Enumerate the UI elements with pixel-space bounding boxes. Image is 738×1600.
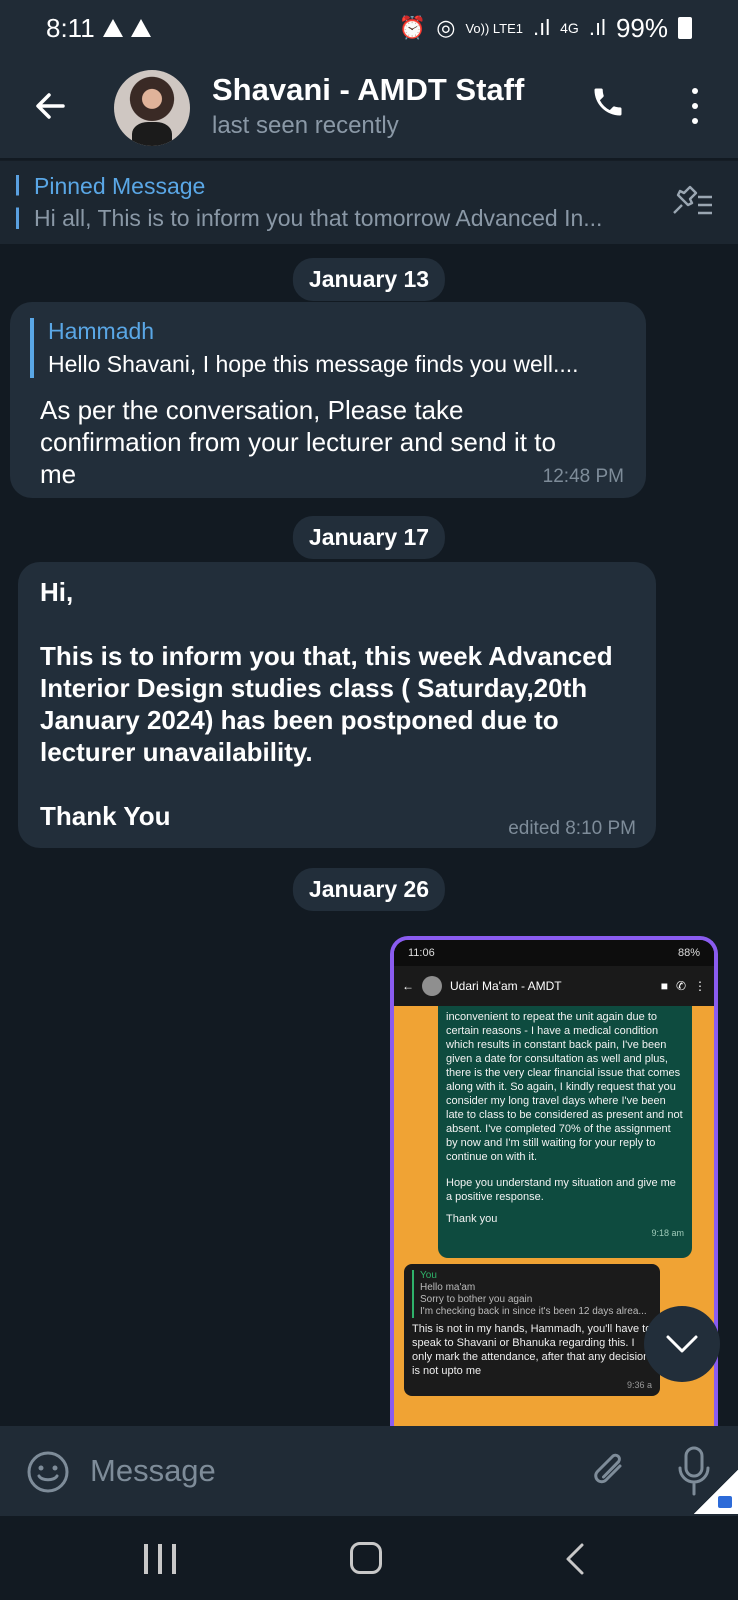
- pinned-message-bar[interactable]: Pinned Message Hi all, This is to inform…: [0, 160, 738, 244]
- last-seen-status: last seen recently: [212, 112, 399, 139]
- status-time: 8:11: [46, 12, 95, 43]
- avatar: [422, 976, 442, 996]
- pin-list-icon: [673, 185, 712, 215]
- attach-button[interactable]: [588, 1446, 632, 1496]
- emoji-button[interactable]: [26, 1450, 70, 1494]
- chat-header: Shavani - AMDT Staff last seen recently: [0, 56, 738, 158]
- message-text: As per the conversation, Please take con…: [40, 394, 556, 490]
- arrow-left-icon: ←: [402, 979, 414, 993]
- reply-quote[interactable]: Hammadh Hello Shavani, I hope this messa…: [30, 318, 579, 378]
- volte-label: Vo)) LTE1: [465, 20, 524, 36]
- recent-apps-button[interactable]: [144, 1544, 176, 1574]
- message-line: me: [40, 459, 77, 489]
- message-line: Interior Design studies class ( Saturday…: [40, 673, 588, 703]
- screenshot-badge[interactable]: [694, 1470, 738, 1514]
- status-bar: 8:11 ⏰ ◎ Vo)) LTE1 .ıl 4G .ıl 99%: [0, 0, 738, 56]
- image-sent-message: inconvenient to repeat the unit again du…: [438, 1006, 692, 1258]
- pinned-text: Hi all, This is to inform you that tomor…: [34, 205, 603, 231]
- message-line: lecturer unavailability.: [40, 737, 313, 767]
- image-time: 11:06: [408, 947, 435, 959]
- more-vertical-icon: ⋮: [694, 979, 706, 993]
- image-chat-header: ← Udari Ma'am - AMDT ■ ✆ ⋮: [394, 966, 714, 1006]
- message-line: confirmation from your lecturer and send…: [40, 427, 556, 457]
- warning-icon: [130, 19, 151, 37]
- message-bubble[interactable]: Hammadh Hello Shavani, I hope this messa…: [10, 302, 646, 498]
- pinned-indicator: [16, 175, 19, 229]
- contact-name[interactable]: Shavani - AMDT Staff: [212, 72, 524, 108]
- message-input[interactable]: [90, 1446, 550, 1496]
- chat-area[interactable]: January 13 Hammadh Hello Shavani, I hope…: [0, 244, 738, 1426]
- hotspot-icon: ◎: [436, 15, 456, 40]
- signal-icon: .ıl: [588, 15, 606, 40]
- reply-author: Hammadh: [48, 318, 155, 344]
- image-contact-name: Udari Ma'am - AMDT: [450, 979, 562, 993]
- image-status-bar: 11:06 88%: [394, 940, 714, 966]
- arrow-left-icon: [36, 93, 65, 119]
- date-divider: January 17: [292, 516, 446, 559]
- system-nav-bar: [0, 1516, 738, 1600]
- phone-icon: [594, 88, 622, 116]
- alarm-icon: ⏰: [398, 15, 427, 40]
- message-line: This is to inform you that, this week Ad…: [40, 641, 613, 671]
- avatar[interactable]: [114, 70, 190, 146]
- paperclip-icon: [594, 1453, 622, 1484]
- image-battery: 88%: [677, 947, 700, 959]
- image-received-message: You Hello ma'am Sorry to bother you agai…: [404, 1264, 660, 1396]
- message-time: 12:48 PM: [542, 466, 624, 487]
- date-divider: January 13: [292, 258, 446, 301]
- reply-snippet: Hello Shavani, I hope this message finds…: [48, 351, 579, 377]
- phone-icon: ✆: [675, 979, 686, 993]
- warning-icon: [102, 19, 123, 37]
- message-composer: [0, 1426, 738, 1516]
- back-button[interactable]: [30, 86, 70, 126]
- message-text: Hi, This is to inform you that, this wee…: [40, 576, 613, 832]
- chevron-down-icon: [666, 1335, 698, 1353]
- pinned-label: Pinned Message: [34, 173, 206, 199]
- message-line: As per the conversation, Please take: [40, 395, 464, 425]
- message-line: January 2024) has been postponed due to: [40, 705, 559, 735]
- message-bubble[interactable]: Hi, This is to inform you that, this wee…: [18, 562, 656, 848]
- video-icon: ■: [660, 979, 668, 993]
- battery-icon: [678, 17, 692, 39]
- emoji-icon: [27, 1451, 69, 1493]
- date-divider: January 26: [292, 868, 446, 911]
- home-button[interactable]: [350, 1542, 382, 1574]
- more-options-button[interactable]: [680, 84, 710, 128]
- battery-percent: 99%: [615, 12, 668, 43]
- message-time: edited 8:10 PM: [508, 818, 636, 839]
- image-reply-quote: You Hello ma'am Sorry to bother you agai…: [412, 1270, 652, 1318]
- folder-icon: [718, 1496, 732, 1508]
- scroll-down-button[interactable]: [644, 1306, 720, 1382]
- chevron-left-icon: [566, 1543, 584, 1575]
- message-line: Hi,: [40, 577, 74, 607]
- more-vertical-icon: [692, 88, 698, 94]
- pinned-list-button[interactable]: [668, 183, 716, 223]
- signal-icon: .ıl: [533, 15, 551, 40]
- network-type-label: 4G: [560, 20, 579, 36]
- system-back-button[interactable]: [562, 1542, 590, 1576]
- call-button[interactable]: [590, 84, 630, 124]
